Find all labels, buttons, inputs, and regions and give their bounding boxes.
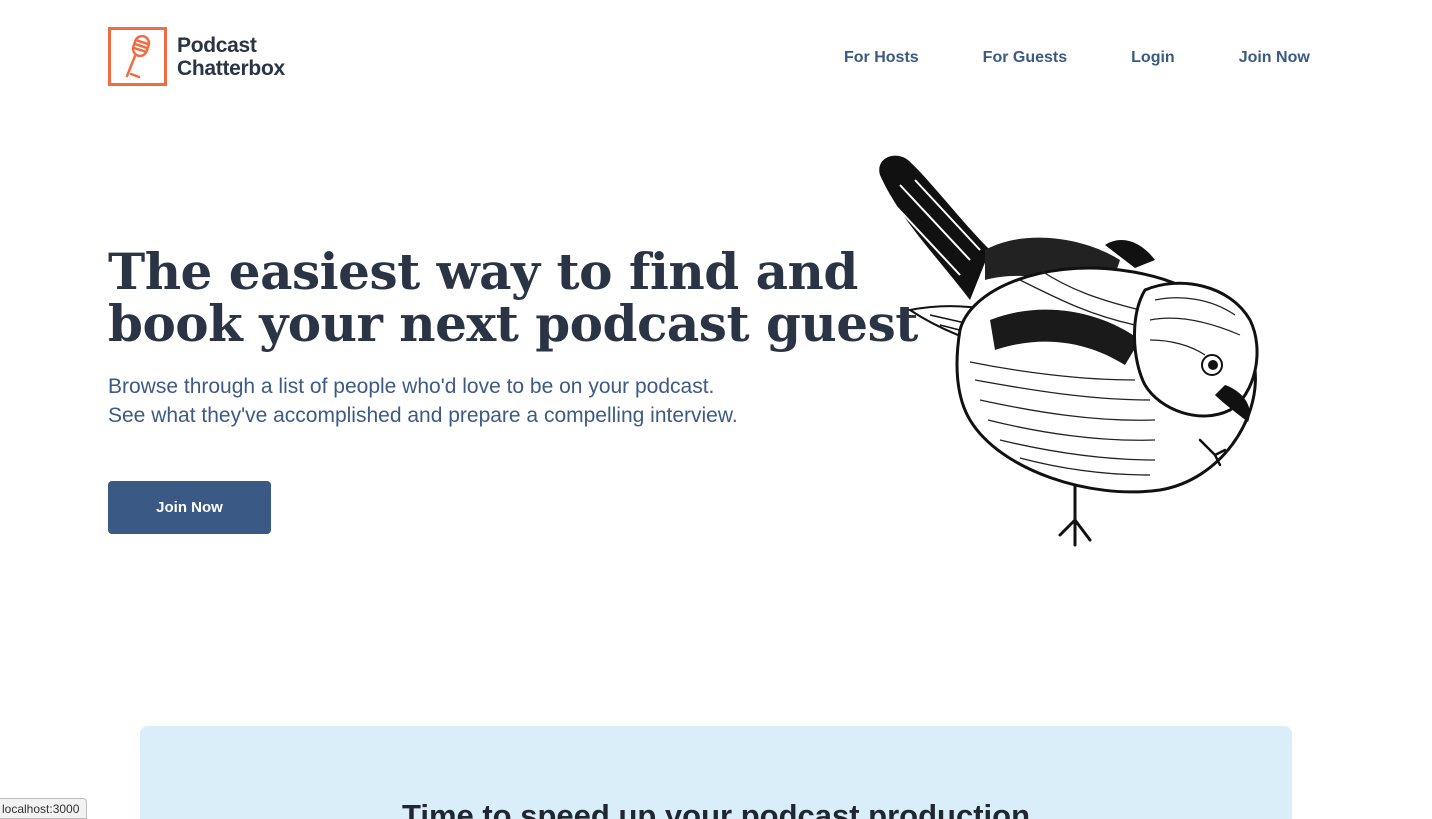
hero-subtitle: Browse through a list of people who'd lo… xyxy=(108,372,738,430)
microphone-icon xyxy=(108,27,167,86)
logo-text-line2: Chatterbox xyxy=(177,56,285,80)
hero-subtitle-line1: Browse through a list of people who'd lo… xyxy=(108,375,715,398)
sparrow-illustration xyxy=(870,150,1270,560)
logo-text-line1: Podcast xyxy=(177,33,257,57)
nav-login[interactable]: Login xyxy=(1131,48,1175,68)
logo-wordmark: Podcast Chatterbox xyxy=(177,34,285,80)
status-bar-url: localhost:3000 xyxy=(0,798,88,819)
nav-for-hosts[interactable]: For Hosts xyxy=(844,48,919,68)
join-now-button[interactable]: Join Now xyxy=(108,481,271,534)
hero-title-line1: The easiest way to find and xyxy=(108,242,858,301)
logo[interactable]: Podcast Chatterbox xyxy=(108,27,285,86)
main-nav: For Hosts For Guests Login Join Now xyxy=(844,48,1310,68)
nav-for-guests[interactable]: For Guests xyxy=(983,48,1067,68)
feature-section: Time to speed up your podcast production xyxy=(140,726,1292,819)
nav-join-now[interactable]: Join Now xyxy=(1239,48,1310,68)
hero-title: The easiest way to find and book your ne… xyxy=(108,242,918,353)
hero-title-line2: book your next podcast guest xyxy=(108,294,918,353)
feature-title: Time to speed up your podcast production xyxy=(401,798,1031,819)
hero-subtitle-line2: See what they've accomplished and prepar… xyxy=(108,404,738,427)
